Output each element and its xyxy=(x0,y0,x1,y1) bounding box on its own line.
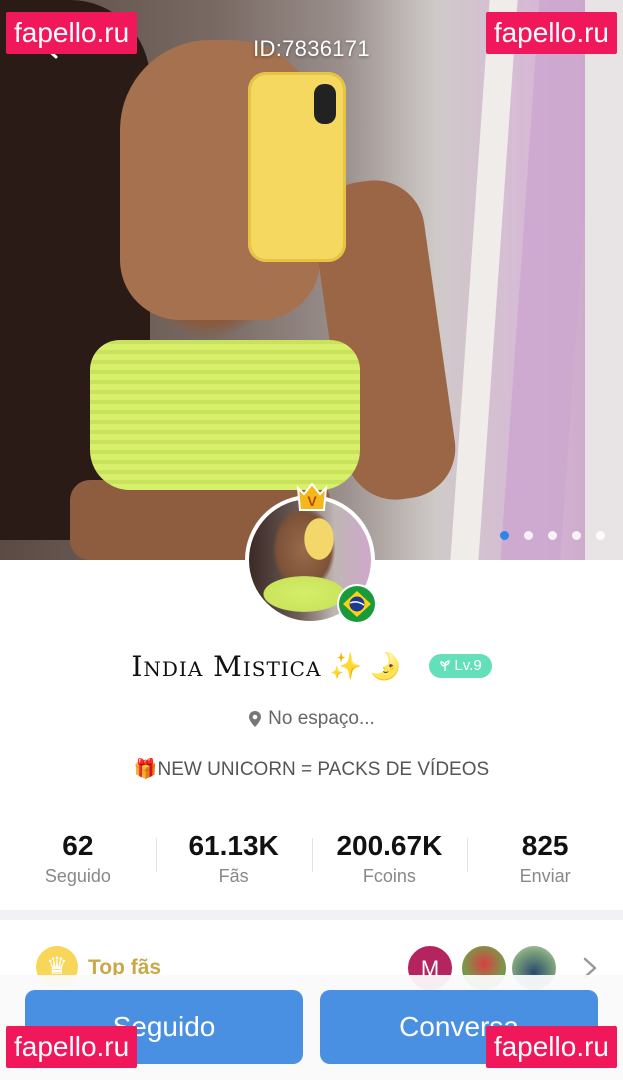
profile-name: India Mistica xyxy=(131,649,322,683)
stat-following[interactable]: 62 Seguido xyxy=(0,828,156,898)
stat-sent[interactable]: 825 Enviar xyxy=(467,828,623,898)
photo-phone xyxy=(248,72,346,262)
brazil-flag-icon xyxy=(337,584,377,624)
stats-row: 62 Seguido 61.13K Fãs 200.67K Fcoins 825… xyxy=(0,828,623,898)
vip-crown-icon: V xyxy=(292,478,332,518)
stat-label: Fcoins xyxy=(362,866,416,886)
stat-value: 61.13K xyxy=(188,830,279,861)
carousel-indicator xyxy=(500,531,605,540)
watermark: fapello.ru xyxy=(485,12,617,54)
location-pin-icon xyxy=(249,711,262,727)
level-text: Lv.9 xyxy=(454,657,482,674)
stat-label: Enviar xyxy=(519,866,571,886)
bio: 🎁NEW UNICORN = PACKS DE VÍDEOS xyxy=(133,759,490,780)
section-divider xyxy=(0,910,623,920)
sprout-icon xyxy=(440,660,451,671)
watermark: fapello.ru xyxy=(6,1026,138,1068)
carousel-dot[interactable] xyxy=(524,531,533,540)
level-badge[interactable]: Lv.9 xyxy=(429,654,492,678)
cover-photo[interactable] xyxy=(0,0,623,560)
stat-value: 825 xyxy=(521,830,569,861)
stat-label: Fãs xyxy=(218,866,249,886)
carousel-dot[interactable] xyxy=(572,531,581,540)
watermark: fapello.ru xyxy=(485,1026,617,1068)
location-text: No espaço... xyxy=(268,708,375,729)
background-stripe xyxy=(585,0,623,560)
stat-value: 62 xyxy=(62,830,94,861)
carousel-dot[interactable] xyxy=(548,531,557,540)
carousel-dot[interactable] xyxy=(500,531,509,540)
photo-top xyxy=(90,340,360,490)
stat-fcoins[interactable]: 200.67K Fcoins xyxy=(311,828,468,898)
vip-badge-letter: V xyxy=(307,493,317,509)
location: No espaço... xyxy=(0,708,623,730)
profile-name-row: India Mistica ✨ 🌛 Lv.9 xyxy=(0,644,623,688)
stat-value: 200.67K xyxy=(336,830,443,861)
name-emoji: ✨ 🌛 xyxy=(329,650,402,681)
watermark: fapello.ru xyxy=(6,12,138,54)
stat-label: Seguido xyxy=(44,866,111,886)
stat-fans[interactable]: 61.13K Fãs xyxy=(155,828,312,898)
carousel-dot[interactable] xyxy=(596,531,605,540)
